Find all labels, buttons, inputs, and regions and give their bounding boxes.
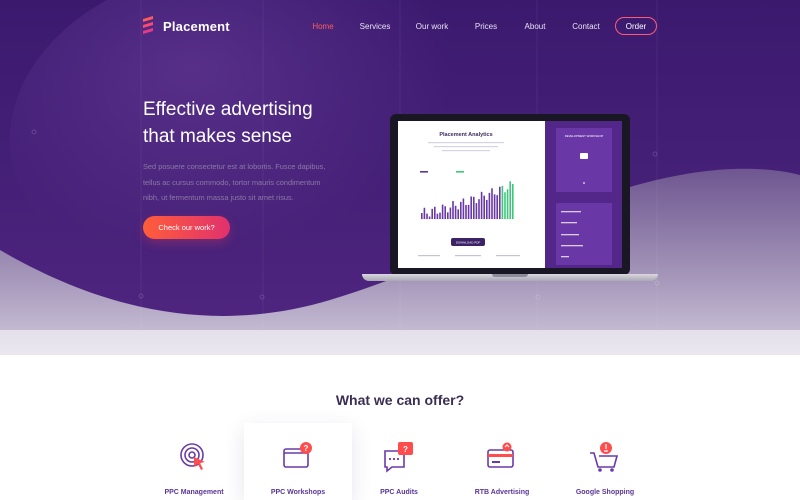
chart-bar xyxy=(462,198,465,219)
panel-title: DEVELOPMENT WORKSHOP xyxy=(565,134,604,138)
service-ppc-management[interactable]: PPC Management xyxy=(140,423,248,500)
service-label: PPC Workshops xyxy=(270,489,326,496)
laptop-mockup: Placement Analytics DOWNLOAD PDF DEVELOP… xyxy=(362,107,658,282)
cart-bulb-icon xyxy=(590,442,619,472)
laptop-notch xyxy=(492,274,528,277)
service-ppc-workshops[interactable]: ? PPC Workshops xyxy=(244,423,352,500)
chart-bar xyxy=(449,207,452,219)
service-label: Google Shopping xyxy=(575,489,635,496)
hero-subtext: Sed posuere consectetur est at lobortis.… xyxy=(143,162,326,202)
chart-bar xyxy=(454,205,457,219)
order-button[interactable]: Order xyxy=(615,17,657,35)
nav-item-prices[interactable]: Prices xyxy=(475,22,497,31)
hero-headline: Effective advertising that makes sense xyxy=(143,96,363,150)
chart-bar xyxy=(475,203,478,219)
chart-bar xyxy=(506,189,509,219)
service-label: RTB Advertising xyxy=(474,489,530,496)
chart-bar xyxy=(434,206,436,219)
chart-bar xyxy=(465,204,467,219)
browser-question-icon: ? xyxy=(283,442,312,468)
screen-title: Placement Analytics xyxy=(439,132,492,138)
chart-bar xyxy=(499,186,501,219)
download-pdf-button: DOWNLOAD PDF xyxy=(456,241,481,245)
main-nav: Home Services Our work Prices About Cont… xyxy=(0,18,800,38)
service-label: PPC Management xyxy=(164,489,224,496)
svg-text:?: ? xyxy=(304,444,309,453)
service-google-shopping[interactable]: Google Shopping xyxy=(551,423,659,500)
nav-item-contact[interactable]: Contact xyxy=(572,22,600,31)
chart-bar xyxy=(439,212,441,219)
nav-item-home[interactable]: Home xyxy=(312,22,333,31)
chat-question-icon: ? xyxy=(384,442,413,473)
card-ad-icon xyxy=(487,442,514,468)
chart-bar xyxy=(441,204,444,219)
chart-bar xyxy=(486,199,488,219)
chart-bar xyxy=(444,206,446,219)
chart-bar xyxy=(491,188,493,219)
chart-bar xyxy=(504,192,506,219)
headline-line-2: that makes sense xyxy=(143,126,292,147)
chart-bar xyxy=(447,212,449,219)
hero-section: Placement Home Services Our work Prices … xyxy=(0,0,800,500)
chart-bar xyxy=(452,201,454,219)
section-title-offer: What we can offer? xyxy=(335,391,465,408)
chart-bar xyxy=(431,208,433,219)
svg-text:?: ? xyxy=(403,445,408,454)
chart-bar xyxy=(480,191,483,219)
chart-bar xyxy=(496,195,498,219)
nav-item-services[interactable]: Services xyxy=(360,22,391,31)
service-label: PPC Audits xyxy=(380,489,418,496)
laptop-screen: Placement Analytics DOWNLOAD PDF DEVELOP… xyxy=(398,121,622,268)
chart-bar xyxy=(460,201,462,219)
analytics-dashboard: Placement Analytics DOWNLOAD PDF DEVELOP… xyxy=(398,121,622,268)
service-ppc-audits[interactable]: ? PPC Audits xyxy=(345,423,453,500)
service-rtb-advertising[interactable]: RTB Advertising xyxy=(448,423,556,500)
chart-bar xyxy=(426,213,428,219)
chart-bar xyxy=(470,196,472,219)
chart-bar xyxy=(467,204,470,219)
chart-bar xyxy=(478,199,480,219)
check-our-work-button[interactable]: Check our work? xyxy=(143,216,230,239)
target-cursor-icon xyxy=(180,443,205,470)
chart-bar xyxy=(428,216,431,219)
chart-bar xyxy=(493,194,496,219)
chart-bar xyxy=(423,207,426,219)
nav-item-our-work[interactable]: Our work xyxy=(416,22,448,31)
nav-item-about[interactable]: About xyxy=(525,22,546,31)
chart-bar xyxy=(421,213,423,219)
chart-bar xyxy=(512,184,514,219)
chart-bar xyxy=(457,209,459,219)
chart-bar xyxy=(501,185,504,219)
headline-line-1: Effective advertising xyxy=(143,99,313,120)
chart-bar xyxy=(473,196,475,219)
chart-bar xyxy=(483,195,485,219)
chart-bar xyxy=(488,192,491,219)
chart-bar xyxy=(436,213,439,219)
chart-bar xyxy=(509,181,511,219)
